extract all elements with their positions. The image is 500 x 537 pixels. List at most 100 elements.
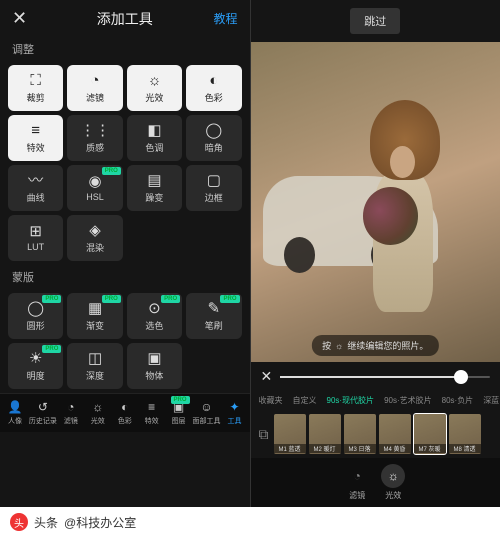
adjust-section-label: 调整 bbox=[0, 37, 250, 61]
lut-icon: ⊞ bbox=[29, 224, 42, 239]
nav-light[interactable]: ☼光效 bbox=[85, 398, 111, 428]
drop-icon: ◔ bbox=[345, 464, 369, 488]
tool-blend[interactable]: ◈混染 bbox=[67, 215, 122, 261]
nav-color[interactable]: ◐色彩 bbox=[112, 398, 138, 428]
brush-icon: ✎ bbox=[208, 301, 221, 316]
tools-icon: ✦ bbox=[229, 400, 239, 414]
edit-hint: 按 ☼ 继续编辑您的照片。 bbox=[312, 335, 438, 356]
tab-deep[interactable]: 深蓝 bbox=[483, 395, 499, 406]
nav-layers[interactable]: PRO▣图层 bbox=[166, 398, 192, 428]
object-icon: ▣ bbox=[147, 351, 161, 366]
grad-icon: ▤ bbox=[147, 173, 161, 188]
tab-90s-art[interactable]: 90s·艺术胶片 bbox=[384, 395, 432, 406]
photo-preview[interactable]: 按 ☼ 继续编辑您的照片。 bbox=[251, 42, 500, 362]
tool-tone[interactable]: ◧色调 bbox=[127, 115, 182, 161]
nav-filter[interactable]: ◔滤镜 bbox=[58, 398, 84, 428]
curve-icon: 〰 bbox=[28, 173, 43, 188]
tool-hsl[interactable]: PRO◉HSL bbox=[67, 165, 122, 211]
intensity-slider[interactable] bbox=[280, 376, 490, 378]
tool-noise[interactable]: ▤躁变 bbox=[127, 165, 182, 211]
mode-light[interactable]: ☼光效 bbox=[381, 464, 405, 501]
mask-grid: PRO◯圆形 PRO▦渐变 PRO⊙选色 PRO✎笔刷 PRO☀明度 ◫深度 ▣… bbox=[0, 289, 250, 393]
filter-thumb[interactable]: M3 日落 bbox=[344, 414, 376, 454]
tool-filter[interactable]: ◔滤镜 bbox=[67, 65, 122, 111]
tools-panel: ✕ 添加工具 教程 调整 ⛶裁剪 ◔滤镜 ☼光效 ◐色彩 ≡特效 ⋮⋮质感 ◧色… bbox=[0, 0, 251, 507]
mask-circle[interactable]: PRO◯圆形 bbox=[8, 293, 63, 339]
right-bottom-bar: ◔滤镜 ☼光效 bbox=[251, 458, 500, 507]
skip-button[interactable]: 跳过 bbox=[350, 8, 400, 34]
sun-icon: ☼ bbox=[92, 400, 103, 414]
filter-thumb[interactable]: M4 黄昏 bbox=[379, 414, 411, 454]
source-prefix: 头条 bbox=[34, 514, 58, 531]
close-icon[interactable]: ✕ bbox=[12, 8, 27, 29]
mask-object[interactable]: ▣物体 bbox=[127, 343, 182, 389]
filter-category-tabs: 收藏夹 自定义 90s·现代胶片 90s·艺术胶片 80s·负片 深蓝 bbox=[251, 391, 500, 410]
tutorial-link[interactable]: 教程 bbox=[213, 10, 237, 27]
slider-knob[interactable] bbox=[454, 370, 468, 384]
mask-gradient[interactable]: PRO▦渐变 bbox=[67, 293, 122, 339]
lines-icon: ≡ bbox=[148, 400, 155, 414]
nav-face[interactable]: ☺面部工具 bbox=[193, 398, 221, 428]
stack-icon[interactable]: ⧉ bbox=[257, 426, 271, 443]
tab-favorites[interactable]: 收藏夹 bbox=[259, 395, 283, 406]
slider-fill bbox=[280, 376, 460, 378]
face-icon: ☺ bbox=[200, 400, 212, 414]
pro-badge: PRO bbox=[42, 295, 61, 303]
filter-thumb[interactable]: M1 蓝透 bbox=[274, 414, 306, 454]
mask-luminance[interactable]: PRO☀明度 bbox=[8, 343, 63, 389]
grad2-icon: ▦ bbox=[88, 301, 102, 316]
filter-thumb-selected[interactable]: M7 灰暖 bbox=[414, 414, 446, 454]
mask-section-label: 蒙版 bbox=[0, 265, 250, 289]
drop2-icon: ◐ bbox=[209, 73, 218, 88]
source-name: @科技办公室 bbox=[64, 514, 136, 531]
drop-icon: ◔ bbox=[91, 73, 100, 88]
close-slider-icon[interactable]: ✕ bbox=[261, 368, 273, 385]
nav-portrait[interactable]: 👤人像 bbox=[2, 398, 28, 428]
attribution-footer: 头 头条 @科技办公室 bbox=[0, 507, 500, 537]
filter-thumbnails: ⧉ M1 蓝透 M2 暖灯 M3 日落 M4 黄昏 M7 灰暖 M8 清透 bbox=[251, 410, 500, 458]
drop-icon: ◔ bbox=[67, 400, 74, 414]
filter-thumb[interactable]: M8 清透 bbox=[449, 414, 481, 454]
hsl-icon: ◉ bbox=[89, 174, 102, 189]
photo-person bbox=[355, 100, 455, 330]
tone-icon: ◧ bbox=[147, 123, 161, 138]
vignette-icon: ◯ bbox=[205, 123, 222, 138]
mask-brush[interactable]: PRO✎笔刷 bbox=[186, 293, 241, 339]
tool-curves[interactable]: 〰曲线 bbox=[8, 165, 63, 211]
lines-icon: ≡ bbox=[31, 123, 40, 138]
pro-badge: PRO bbox=[161, 295, 180, 303]
tool-texture[interactable]: ⋮⋮质感 bbox=[67, 115, 122, 161]
tab-90s-modern[interactable]: 90s·现代胶片 bbox=[327, 395, 375, 406]
sun-icon: ☼ bbox=[381, 464, 405, 488]
tool-crop[interactable]: ⛶裁剪 bbox=[8, 65, 63, 111]
filter-thumb[interactable]: M2 暖灯 bbox=[309, 414, 341, 454]
tool-color[interactable]: ◐色彩 bbox=[186, 65, 241, 111]
drop2-icon: ◐ bbox=[121, 400, 128, 414]
tools-grid-1: ⛶裁剪 ◔滤镜 ☼光效 ◐色彩 ≡特效 ⋮⋮质感 ◧色调 ◯暗角 〰曲线 PRO… bbox=[0, 61, 250, 265]
tool-vignette[interactable]: ◯暗角 bbox=[186, 115, 241, 161]
tab-80s[interactable]: 80s·负片 bbox=[442, 395, 474, 406]
sun-icon: ☼ bbox=[335, 341, 343, 351]
tool-border[interactable]: ▢边框 bbox=[186, 165, 241, 211]
nav-effects[interactable]: ≡特效 bbox=[139, 398, 165, 428]
tool-lut[interactable]: ⊞LUT bbox=[8, 215, 63, 261]
crop-icon: ⛶ bbox=[30, 73, 41, 88]
tool-light[interactable]: ☼光效 bbox=[127, 65, 182, 111]
grain-icon: ⋮⋮ bbox=[80, 123, 110, 138]
left-bottom-bar: 👤人像 ↺历史记录 ◔滤镜 ☼光效 ◐色彩 ≡特效 PRO▣图层 ☺面部工具 ✦… bbox=[0, 393, 250, 432]
tab-custom[interactable]: 自定义 bbox=[293, 395, 317, 406]
intensity-slider-row: ✕ bbox=[251, 362, 500, 391]
mask-depth[interactable]: ◫深度 bbox=[67, 343, 122, 389]
pro-badge: PRO bbox=[102, 295, 121, 303]
pro-badge: PRO bbox=[42, 345, 61, 353]
circle-icon: ◯ bbox=[27, 301, 44, 316]
nav-history[interactable]: ↺历史记录 bbox=[29, 398, 57, 428]
mask-select-color[interactable]: PRO⊙选色 bbox=[127, 293, 182, 339]
person-icon: 👤 bbox=[7, 400, 22, 414]
pro-badge: PRO bbox=[171, 396, 190, 404]
tool-effects[interactable]: ≡特效 bbox=[8, 115, 63, 161]
mode-filter[interactable]: ◔滤镜 bbox=[345, 464, 369, 501]
blend-icon: ◈ bbox=[89, 223, 101, 238]
nav-tools[interactable]: ✦工具 bbox=[222, 398, 248, 428]
left-header: ✕ 添加工具 教程 bbox=[0, 0, 250, 37]
